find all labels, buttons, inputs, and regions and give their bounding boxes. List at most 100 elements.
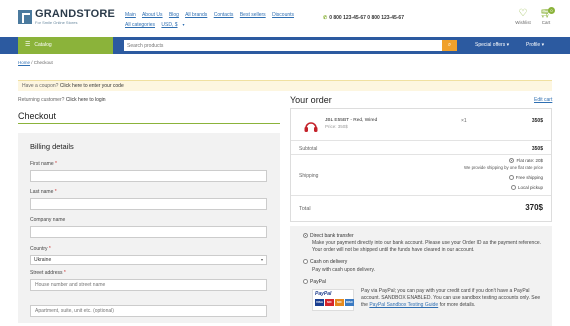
payment-option-cod[interactable]: Cash on delivery (303, 259, 347, 265)
cod-description: Pay with cash upon delivery. (312, 267, 375, 273)
nav-link-main[interactable]: Main (125, 12, 136, 18)
shipping-option-local-pickup[interactable]: Local pickup (510, 185, 543, 191)
breadcrumb-current: Checkout (33, 60, 53, 65)
last-name-label: Last name * (30, 189, 57, 195)
product-quantity: ×1 (461, 118, 467, 124)
catalog-label: Catalog (34, 42, 52, 48)
chevron-down-icon: ▾ (260, 257, 263, 262)
country-value: Ukraine (34, 257, 52, 263)
divider (291, 154, 551, 155)
payment-methods: Direct bank transfer Make your payment d… (290, 226, 552, 326)
site-logo[interactable]: GRANDSTORE For Smile Online Stores (18, 9, 115, 25)
logo-tagline: For Smile Online Stores (35, 20, 78, 25)
nav-link-contacts[interactable]: Contacts (214, 12, 234, 18)
edit-cart-link[interactable]: Edit cart (534, 97, 552, 103)
nav-link-brands[interactable]: All brands (185, 12, 207, 18)
payment-option-paypal[interactable]: PayPal (303, 279, 326, 285)
wishlist-button[interactable]: ♡ Wishlist (513, 8, 533, 26)
logo-mark-icon (18, 10, 32, 24)
heart-icon: ♡ (518, 8, 528, 19)
profile-label: Profile (526, 42, 541, 48)
divider (291, 140, 551, 141)
returning-customer-notice: Returning customer? Click here to login (18, 97, 106, 103)
menu-icon: ☰ (25, 42, 31, 48)
divider (291, 195, 551, 196)
breadcrumb: Home / Checkout (18, 60, 53, 65)
catalog-button[interactable]: ☰ Catalog (18, 37, 113, 54)
radio-icon (303, 279, 308, 285)
visa-icon: VISA (315, 299, 324, 306)
company-name-label: Company name (30, 217, 66, 223)
login-link[interactable]: Click here to login (66, 97, 106, 103)
last-name-field[interactable] (30, 198, 267, 210)
chevron-down-icon: ▾ (541, 42, 545, 48)
paypal-logo-text: PayPal (315, 291, 332, 297)
country-label: Country * (30, 246, 51, 252)
currency-switcher[interactable]: USD, $ (161, 22, 177, 28)
main-navbar: ☰Catalog ⌕ Special offers ▾ Profile ▾ (0, 37, 570, 54)
order-summary: JBL E55BT - Red, Wired Price: 350$ ×1 35… (290, 108, 552, 222)
cart-label: Cart (541, 20, 551, 25)
subtotal-value: 350$ (531, 146, 543, 152)
coupon-link[interactable]: Click here to enter your code (60, 83, 124, 89)
payment-option-bank[interactable]: Direct bank transfer (303, 233, 354, 239)
paypal-logo: PayPal VISA MC MC DISC (312, 289, 354, 311)
cart-button[interactable]: 🛒︎ 0 Cart (538, 7, 555, 26)
phone-text: 0 800 123-45-67 0 800 123-45-67 (329, 15, 404, 21)
shipping-option-free[interactable]: Free shipping (508, 175, 543, 181)
bank-transfer-description: Make your payment directly into our bank… (312, 240, 542, 253)
radio-icon (510, 185, 516, 191)
billing-title: Billing details (30, 142, 74, 151)
logo-name: GRANDSTORE (35, 8, 116, 20)
coupon-prefix: Have a coupon? (22, 83, 59, 89)
returning-prefix: Returning customer? (18, 97, 65, 103)
paypal-description: Pay via PayPal; you can pay with your cr… (361, 288, 541, 308)
search-box (124, 40, 442, 51)
street-address-field[interactable] (30, 279, 267, 291)
search-input[interactable] (127, 40, 427, 51)
special-offers-menu[interactable]: Special offers ▾ (475, 37, 509, 54)
mastercard-icon: MC (325, 299, 334, 306)
title-underline (18, 123, 280, 124)
nav-link-best-sellers[interactable]: Best sellers (240, 12, 266, 18)
shipping-label: Shipping (299, 173, 319, 179)
nav-link-about[interactable]: About Us (142, 12, 163, 18)
product-image (303, 119, 319, 135)
phone-numbers: ✆ 0 800 123-45-67 0 800 123-45-67 (323, 15, 404, 21)
breadcrumb-home[interactable]: Home (18, 60, 30, 65)
chevron-down-icon: ▾ (506, 42, 510, 48)
nav-link-all-categories[interactable]: All categories (125, 22, 155, 28)
product-total: 350$ (531, 118, 543, 124)
wishlist-label: Wishlist (515, 20, 531, 25)
shipping-option-flat-rate[interactable]: Flat rate: 20$ (509, 158, 543, 164)
radio-icon (508, 175, 514, 181)
profile-menu[interactable]: Profile ▾ (526, 37, 544, 54)
first-name-label: First name * (30, 161, 57, 167)
radio-selected-icon (509, 158, 515, 164)
billing-details-form: Billing details First name * Last name *… (18, 133, 280, 323)
total-value: 370$ (525, 203, 543, 212)
nav-link-blog[interactable]: Blog (169, 12, 179, 18)
top-nav: Main About Us Blog All brands Contacts B… (125, 11, 325, 30)
maestro-icon: MC (335, 299, 344, 306)
first-name-field[interactable] (30, 170, 267, 182)
radio-selected-icon (303, 233, 308, 239)
flat-rate-note: We provide shipping by one flat rate pri… (464, 165, 543, 170)
discover-icon: DISC (345, 299, 354, 306)
nav-link-discounts[interactable]: Discounts (272, 12, 294, 18)
paypal-guide-link[interactable]: PayPal Sandbox Testing Guide (369, 302, 438, 308)
product-name: JBL E55BT - Red, Wired (325, 118, 378, 123)
radio-icon (303, 259, 308, 265)
country-select[interactable]: Ukraine ▾ (30, 255, 267, 265)
subtotal-label: Subtotal (299, 146, 318, 152)
chevron-down-icon: ▾ (182, 22, 185, 27)
coupon-notice: Have a coupon? Click here to enter your … (18, 80, 552, 91)
search-button[interactable]: ⌕ (442, 40, 457, 51)
street-address-2-field[interactable] (30, 305, 267, 317)
site-header: GRANDSTORE For Smile Online Stores Main … (0, 0, 570, 37)
cart-count-badge: 0 (548, 7, 555, 14)
street-address-label: Street address * (30, 270, 66, 276)
total-label: Total (299, 206, 311, 212)
page-title: Checkout (18, 111, 57, 121)
company-name-field[interactable] (30, 226, 267, 238)
